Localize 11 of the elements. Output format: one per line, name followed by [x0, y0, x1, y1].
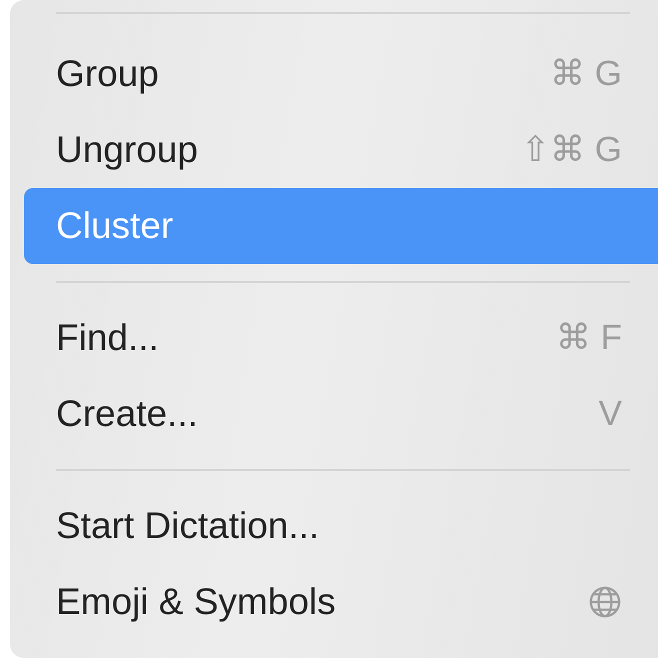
globe-icon [588, 585, 622, 619]
keyboard-shortcut: ⌘ F [556, 318, 622, 358]
keyboard-shortcut: V [598, 394, 622, 434]
keyboard-shortcut: ⌘ G [550, 54, 622, 94]
menu-item[interactable]: Start Dictation... [24, 488, 658, 564]
menu-item[interactable]: Ungroup ⇧⌘ G [24, 112, 658, 188]
menu-item[interactable]: Find... ⌘ F [24, 300, 658, 376]
menu-item[interactable]: Create... V [24, 376, 658, 452]
menu-item[interactable]: Group ⌘ G [24, 36, 658, 112]
menu-item[interactable]: Emoji & Symbols [24, 564, 658, 640]
keyboard-shortcut: ⇧⌘ G [520, 130, 622, 170]
